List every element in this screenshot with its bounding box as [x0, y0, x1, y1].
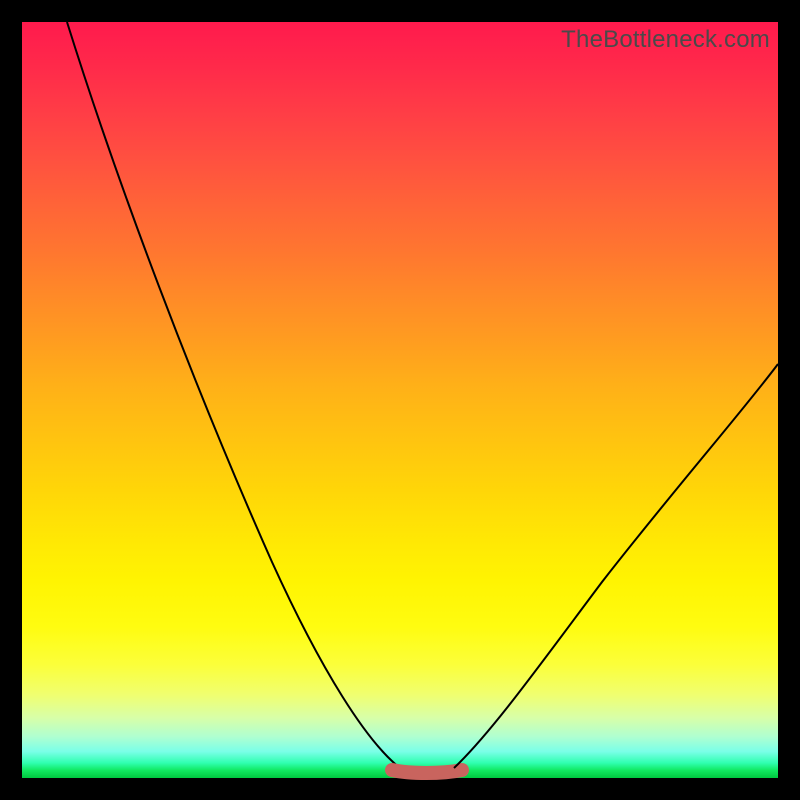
curve-right-branch: [454, 364, 778, 768]
bottleneck-curve: [22, 22, 778, 778]
chart-plot-area: TheBottleneck.com: [22, 22, 778, 778]
chart-frame: TheBottleneck.com: [0, 0, 800, 800]
curve-flat-region: [392, 770, 462, 773]
curve-left-branch: [67, 22, 400, 768]
